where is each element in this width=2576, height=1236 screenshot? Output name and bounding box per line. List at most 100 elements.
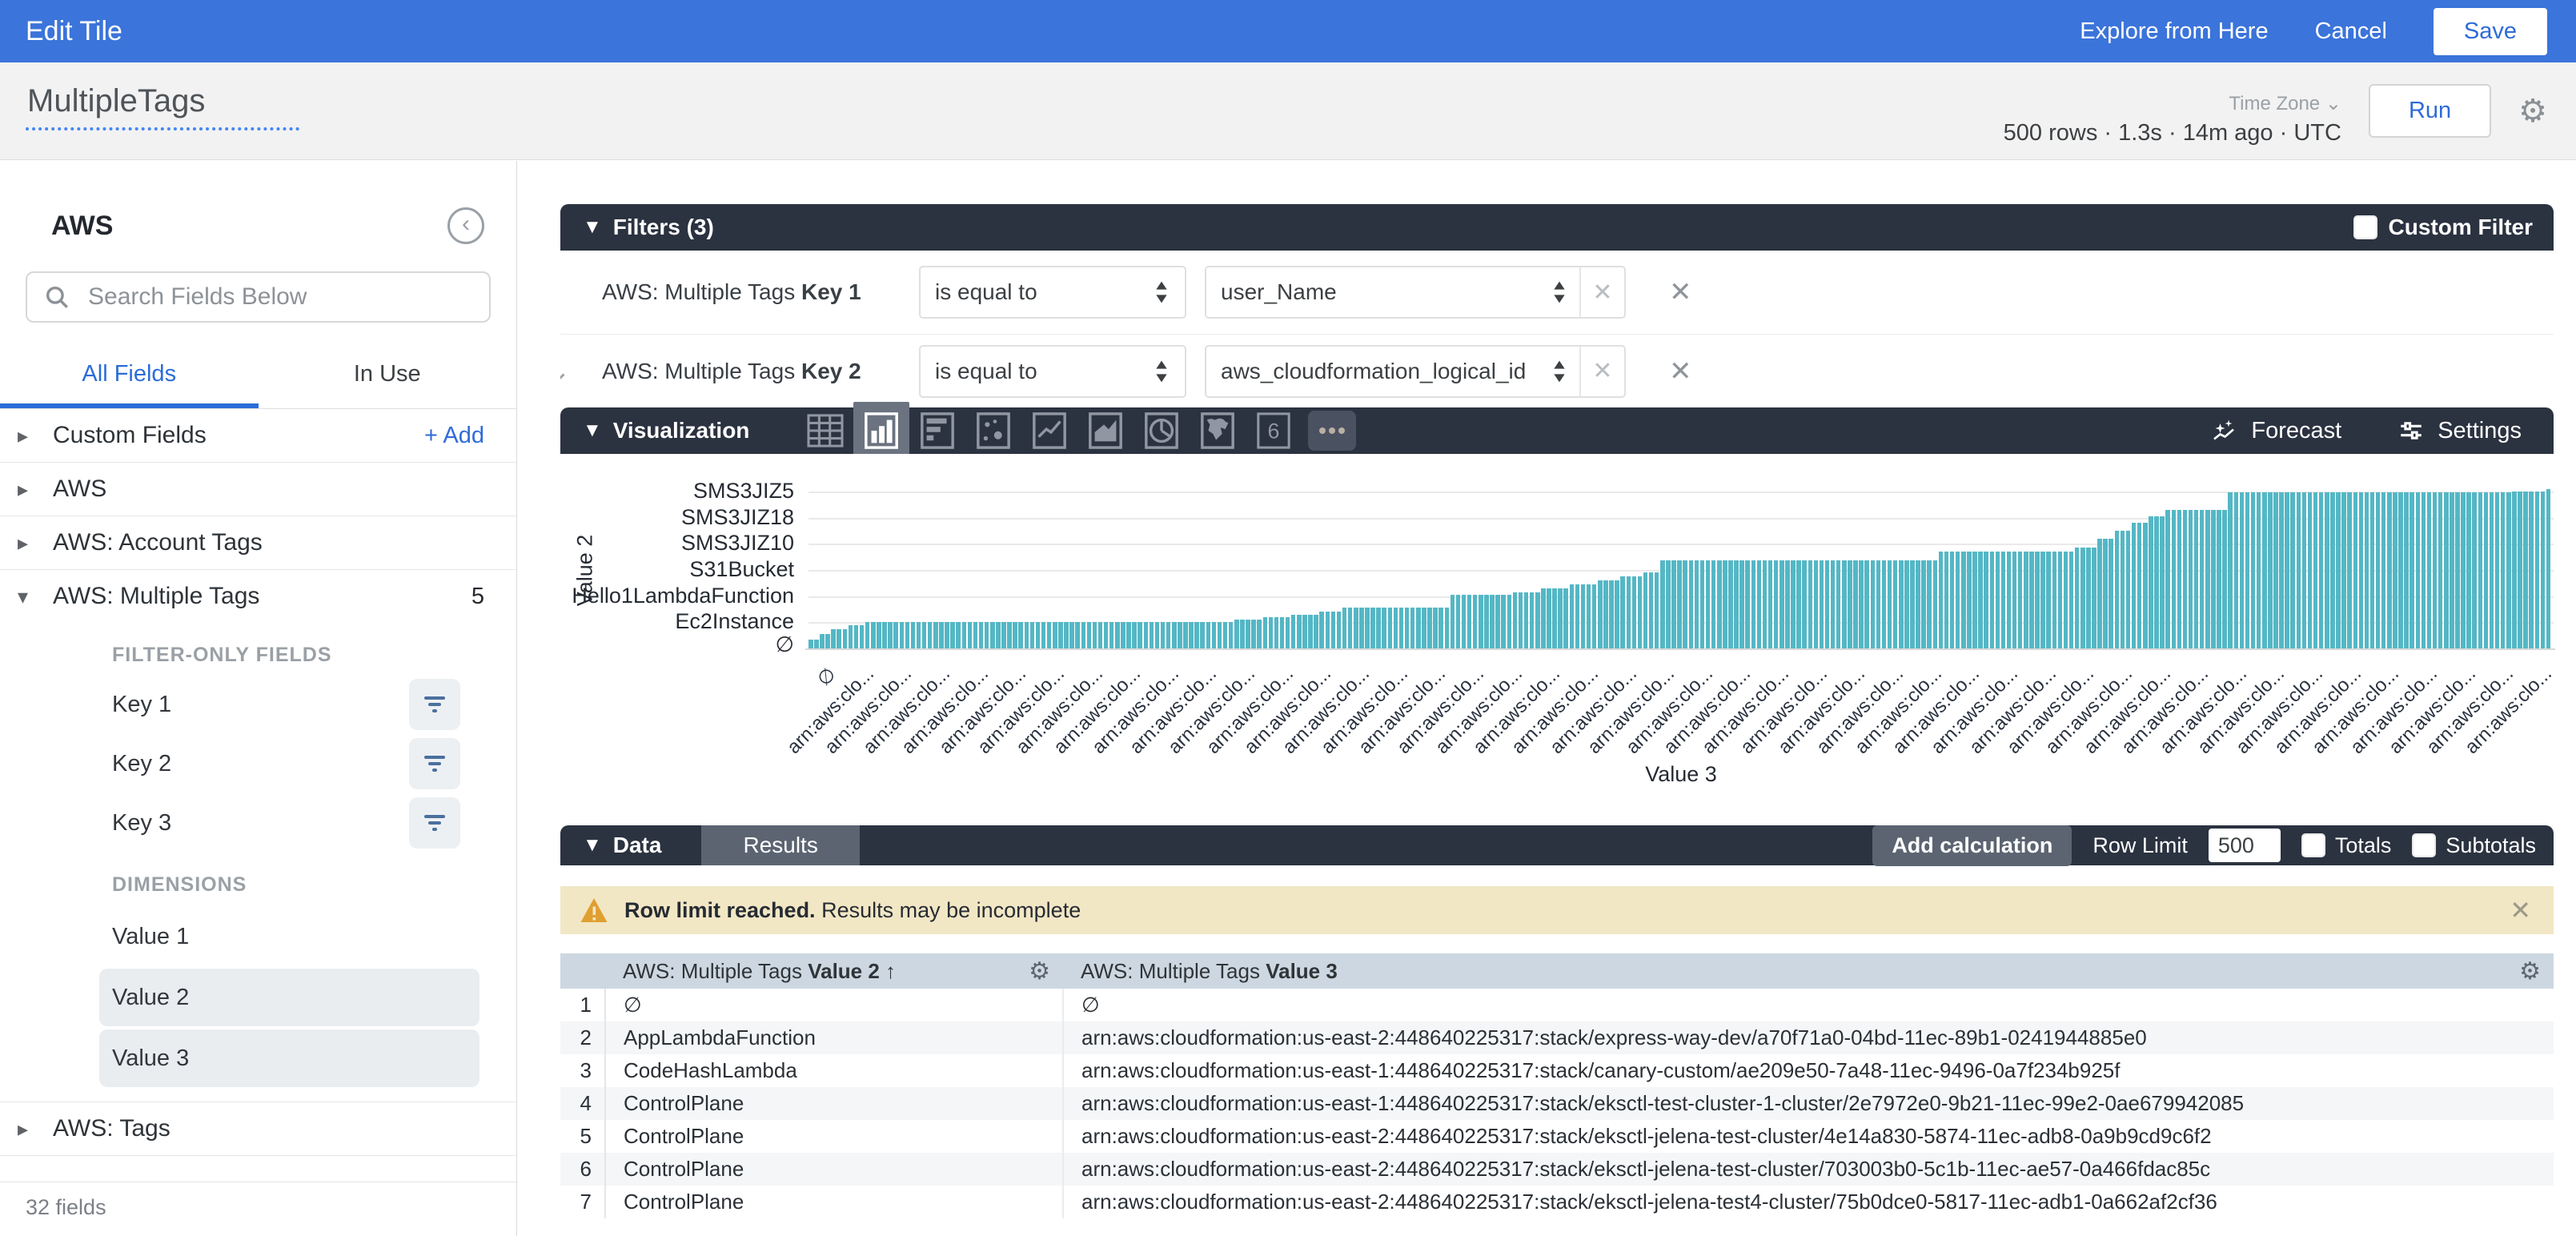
bar[interactable] [990,622,995,648]
bar[interactable] [1007,622,1012,648]
bar[interactable] [1950,552,1955,648]
bar[interactable] [2018,552,2023,648]
tab-in-use[interactable]: In Use [259,361,517,408]
bar[interactable] [1904,560,1909,648]
table-row[interactable]: 6ControlPlanearn:aws:cloudformation:us-e… [560,1153,2554,1186]
bar[interactable] [2268,492,2273,648]
bar[interactable] [1972,552,1977,648]
bar[interactable] [2279,492,2284,648]
bar[interactable] [1683,560,1687,648]
bar[interactable] [1751,560,1756,648]
bar[interactable] [1087,622,1092,648]
bar[interactable] [1058,622,1063,648]
bar[interactable] [2308,492,2313,648]
bar[interactable] [1286,617,1290,648]
bar[interactable] [1269,617,1274,648]
bar[interactable] [1739,560,1744,648]
bar[interactable] [2069,552,2074,648]
bar[interactable] [1342,608,1347,648]
bar[interactable] [1121,622,1125,648]
sidebar-group-aws[interactable]: ▸ AWS [0,463,516,516]
bar[interactable] [2024,552,2028,648]
field-item-key-3[interactable]: Key 3 [0,793,516,853]
bar[interactable] [1677,560,1682,648]
bar[interactable] [2132,523,2137,648]
bar[interactable] [1501,595,1506,648]
field-item-key-2[interactable]: Key 2 [0,734,516,793]
bar[interactable] [1314,615,1318,649]
bar[interactable] [996,622,1001,648]
bar[interactable] [893,622,898,648]
bar[interactable] [2455,492,2460,648]
bar[interactable] [1541,588,1546,648]
bar[interactable] [2466,492,2471,648]
bar[interactable] [2211,510,2216,648]
totals-checkbox[interactable] [2301,833,2325,857]
custom-filter-checkbox[interactable] [2353,215,2377,239]
bar[interactable] [2330,492,2335,648]
bar[interactable] [917,622,921,648]
bar[interactable] [1041,622,1046,648]
bar[interactable] [1745,560,1750,648]
bar[interactable] [2001,552,2006,648]
bar[interactable] [1246,620,1250,648]
bar[interactable] [2029,552,2034,648]
bar[interactable] [1961,552,1966,648]
bar[interactable] [2393,492,2397,648]
bar[interactable] [1558,588,1563,648]
bar[interactable] [2194,510,2199,648]
bar[interactable] [1575,584,1580,648]
bar[interactable] [1144,622,1149,648]
bar[interactable] [1036,622,1041,648]
bar[interactable] [1257,620,1262,648]
bar[interactable] [1859,560,1864,648]
bar[interactable] [2427,492,2432,648]
bar[interactable] [1081,622,1086,648]
bar[interactable] [1462,595,1467,648]
bar[interactable] [2172,510,2177,648]
bar[interactable] [2478,492,2483,648]
bar[interactable] [1660,560,1665,648]
cell-value2[interactable]: ControlPlane [605,1186,1063,1218]
bar[interactable] [1308,615,1313,649]
viz-type-bar-chart-icon[interactable] [909,407,965,454]
clear-filter-value-button[interactable]: ✕ [1579,347,1624,396]
bar[interactable] [1433,608,1438,648]
bar[interactable] [1382,608,1386,648]
bar[interactable] [1632,576,1637,648]
bar[interactable] [2103,539,2108,648]
explore-from-here-link[interactable]: Explore from Here [2080,18,2268,45]
bar[interactable] [1348,608,1353,648]
bar[interactable] [1495,595,1500,648]
bar[interactable] [1150,622,1154,648]
bar[interactable] [1370,608,1375,648]
bar[interactable] [1484,595,1489,648]
bar[interactable] [2376,492,2381,648]
table-row[interactable]: 3CodeHashLambdaarn:aws:cloudformation:us… [560,1054,2554,1087]
bar[interactable] [1984,552,1988,648]
bar[interactable] [985,622,989,648]
bar[interactable] [1030,622,1035,648]
bar[interactable] [1093,622,1097,648]
bar[interactable] [2007,552,2012,648]
bar[interactable] [1933,560,1938,648]
bar[interactable] [2359,492,2364,648]
bar[interactable] [1876,560,1881,648]
table-row[interactable]: 5ControlPlanearn:aws:cloudformation:us-e… [560,1120,2554,1153]
sidebar-group-multiple-tags[interactable]: ▾ AWS: Multiple Tags 5 [0,570,516,623]
bar[interactable] [1394,608,1398,648]
cell-value3[interactable]: arn:aws:cloudformation:us-east-2:4486402… [1063,1120,2554,1153]
bar[interactable] [1416,608,1421,648]
bar[interactable] [1263,617,1268,648]
bar[interactable] [2302,492,2307,648]
filter-operator-select[interactable]: is equal to [919,345,1186,398]
filters-section-header[interactable]: ▼ Filters (3) Custom Filter [560,204,2554,251]
bar[interactable] [1456,595,1461,648]
bar[interactable] [1326,612,1330,648]
bar[interactable] [2404,492,2409,648]
row-limit-input[interactable] [2209,829,2281,862]
bar[interactable] [1218,622,1222,648]
bar[interactable] [1967,552,1972,648]
bar[interactable] [1768,560,1773,648]
search-field-box[interactable] [26,271,491,323]
